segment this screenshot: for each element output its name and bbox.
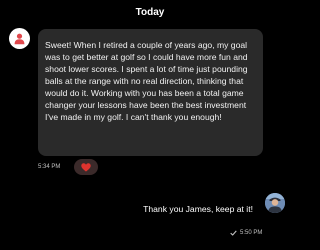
outgoing-message-bubble[interactable]: Thank you James, keep at it! [125, 199, 259, 219]
check-icon [230, 230, 237, 236]
outgoing-message-text: Thank you James, keep at it! [143, 204, 253, 214]
incoming-message-bubble[interactable]: Sweet! When I retired a couple of years … [38, 29, 263, 156]
outgoing-status: 5:50 PM [230, 228, 262, 238]
incoming-message-text: Sweet! When I retired a couple of years … [45, 40, 248, 122]
user-photo-icon [265, 193, 285, 213]
day-header: Today [135, 7, 165, 18]
heart-reaction[interactable] [74, 159, 98, 175]
user-avatar[interactable] [265, 193, 285, 213]
heart-icon [81, 162, 91, 172]
incoming-message-time: 5:34 PM [38, 164, 61, 170]
person-icon [14, 33, 25, 45]
sender-avatar[interactable] [9, 28, 30, 49]
outgoing-message-time: 5:50 PM [240, 230, 263, 236]
